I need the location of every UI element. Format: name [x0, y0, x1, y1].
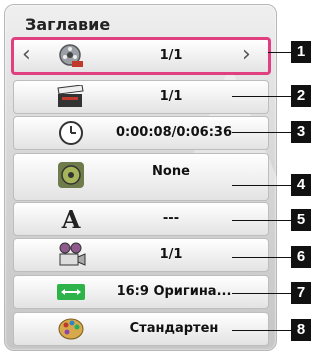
tv-aspect-value: 16:9 Оригина... — [116, 284, 232, 299]
title-value: 1/1 — [159, 48, 183, 63]
menu-row-chapter[interactable]: 1/1 — [13, 80, 269, 114]
menu-row-audio[interactable]: None — [13, 153, 269, 201]
film-reel-icon — [54, 43, 88, 69]
callout-leader-6 — [232, 257, 292, 258]
chevron-left-icon[interactable]: ‹ — [22, 44, 31, 66]
audio-value: None — [152, 164, 190, 179]
menu-row-subtitle[interactable]: A --- — [13, 202, 269, 236]
callout-leader-8 — [232, 330, 292, 331]
picture-mode-value: Стандартен — [129, 321, 219, 336]
speaker-icon — [54, 162, 88, 188]
menu-row-time[interactable]: 0:00:08/0:06:36 — [13, 116, 269, 150]
clapperboard-icon — [54, 84, 88, 110]
aspect-ratio-icon — [54, 279, 88, 305]
menu-row-tv-aspect[interactable]: 16:9 Оригина... — [13, 275, 269, 309]
callout-badge-5: 5 — [291, 209, 311, 231]
callout-leader-5 — [232, 220, 292, 221]
subtitle-letter-icon: A — [61, 204, 81, 234]
camera-icon — [54, 242, 88, 268]
chapter-value: 1/1 — [159, 89, 183, 104]
subtitle-value: --- — [162, 211, 180, 226]
callout-badge-4: 4 — [291, 174, 311, 196]
menu-title: Заглавие — [25, 15, 111, 34]
callout-leader-2 — [232, 96, 292, 97]
callout-leader-1 — [268, 52, 292, 53]
clock-icon — [54, 120, 88, 146]
callout-leader-7 — [232, 293, 292, 294]
angle-value: 1/1 — [159, 247, 183, 262]
menu-row-angle[interactable]: 1/1 — [13, 238, 269, 272]
menu-row-title[interactable]: ‹ 1/1 › — [11, 37, 271, 75]
callout-leader-3 — [232, 132, 292, 133]
palette-icon — [54, 316, 88, 342]
callout-badge-6: 6 — [291, 246, 311, 268]
callout-badge-1: 1 — [291, 41, 311, 63]
time-value: 0:00:08/0:06:36 — [116, 125, 232, 140]
callout-badge-2: 2 — [291, 85, 311, 107]
callout-leader-4 — [232, 185, 292, 186]
callout-badge-7: 7 — [291, 282, 311, 304]
callout-badge-8: 8 — [291, 319, 311, 341]
menu-row-picture-mode[interactable]: Стандартен — [13, 312, 269, 346]
chevron-right-icon[interactable]: › — [242, 44, 251, 66]
callout-badge-3: 3 — [291, 121, 311, 143]
